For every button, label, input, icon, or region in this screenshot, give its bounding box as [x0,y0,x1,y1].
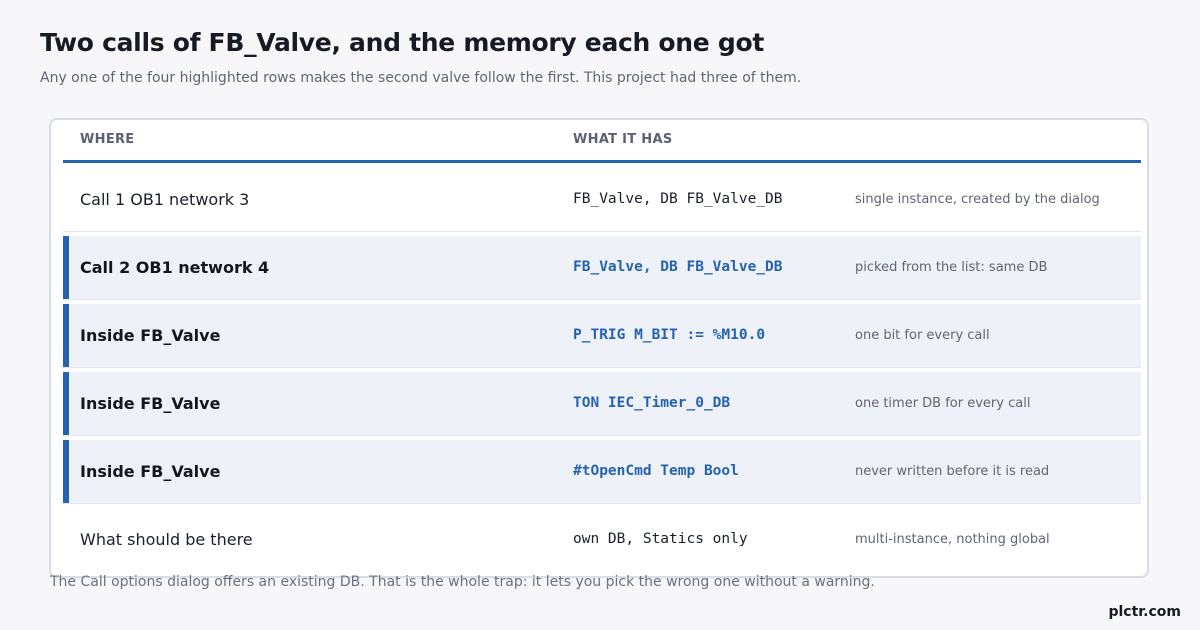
table-header: WHERE WHAT IT HAS [63,120,1141,163]
table-row: Call 1 OB1 network 3 FB_Valve, DB FB_Val… [63,168,1141,232]
cell-what-it-has: FB_Valve, DB FB_Valve_DB [573,259,783,275]
page-subtitle: Any one of the four highlighted rows mak… [40,70,802,86]
cell-note: one timer DB for every call [855,396,1031,411]
table-row-highlighted: Inside FB_Valve TON IEC_Timer_0_DB one t… [63,372,1141,436]
page-title: Two calls of FB_Valve, and the memory ea… [40,28,764,57]
cell-where: Call 1 OB1 network 3 [80,190,250,209]
table-row-highlighted: Inside FB_Valve #tOpenCmd Temp Bool neve… [63,440,1141,504]
cell-what-it-has: FB_Valve, DB FB_Valve_DB [573,191,783,207]
cell-where: Inside FB_Valve [80,394,221,413]
table-row-highlighted: Inside FB_Valve P_TRIG M_BIT := %M10.0 o… [63,304,1141,368]
footnote: The Call options dialog offers an existi… [50,574,875,590]
table-row: What should be there own DB, Statics onl… [63,508,1141,571]
column-header-where: WHERE [80,132,135,147]
cell-note: multi-instance, nothing global [855,532,1050,547]
cell-note: never written before it is read [855,464,1050,479]
memory-table-card: WHERE WHAT IT HAS Call 1 OB1 network 3 F… [49,118,1149,578]
cell-where: Call 2 OB1 network 4 [80,258,270,277]
cell-what-it-has: own DB, Statics only [573,531,748,547]
cell-what-it-has: TON IEC_Timer_0_DB [573,395,731,411]
cell-where: Inside FB_Valve [80,462,221,481]
cell-where: Inside FB_Valve [80,326,221,345]
cell-where: What should be there [80,530,253,549]
cell-note: one bit for every call [855,328,990,343]
table-row-highlighted: Call 2 OB1 network 4 FB_Valve, DB FB_Val… [63,236,1141,300]
cell-what-it-has: #tOpenCmd Temp Bool [573,463,739,479]
table-body: Call 1 OB1 network 3 FB_Valve, DB FB_Val… [63,168,1141,575]
column-header-what-it-has: WHAT IT HAS [573,132,673,147]
cell-note: picked from the list: same DB [855,260,1048,275]
cell-what-it-has: P_TRIG M_BIT := %M10.0 [573,327,766,343]
brand-logo-text: plctr.com [1108,604,1181,620]
cell-note: single instance, created by the dialog [855,192,1100,207]
